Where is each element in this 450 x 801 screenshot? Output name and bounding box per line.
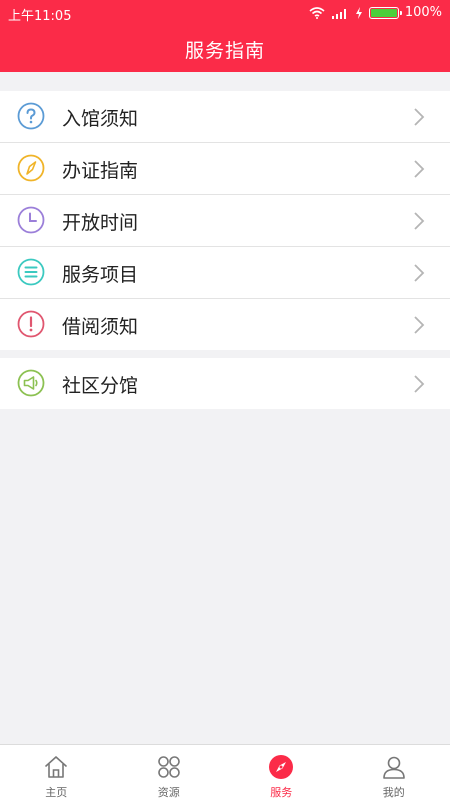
menu-item-label: 开放时间 — [62, 208, 138, 235]
chevron-right-icon — [412, 212, 426, 230]
exclamation-icon — [17, 310, 45, 338]
menu-item-services[interactable]: 服务项目 — [0, 247, 450, 299]
tab-mine[interactable]: 我的 — [338, 745, 450, 801]
list-icon — [17, 258, 45, 286]
tab-home[interactable]: 主页 — [0, 745, 113, 801]
status-bar: 上午11:05 100% — [0, 0, 450, 26]
tab-label: 资源 — [158, 784, 180, 800]
signal-icon — [331, 7, 349, 19]
charging-icon — [355, 7, 363, 19]
status-time: 上午11:05 — [8, 5, 71, 24]
page-title: 服务指南 — [185, 36, 265, 63]
header-bar: 服务指南 — [0, 26, 450, 72]
chevron-right-icon — [412, 108, 426, 126]
chevron-right-icon — [412, 375, 426, 393]
menu-item-admission-notice[interactable]: 入馆须知 — [0, 91, 450, 143]
home-icon — [43, 754, 69, 780]
chevron-right-icon — [412, 160, 426, 178]
menu-item-community-branch[interactable]: 社区分馆 — [0, 358, 450, 409]
tab-label: 服务 — [270, 784, 292, 800]
megaphone-icon — [17, 369, 45, 397]
wifi-icon — [309, 7, 325, 19]
clock-icon — [17, 206, 45, 234]
chevron-right-icon — [412, 264, 426, 282]
compass-icon — [268, 754, 294, 780]
user-icon — [381, 754, 407, 780]
tab-resources[interactable]: 资源 — [113, 745, 226, 801]
menu-item-label: 社区分馆 — [62, 371, 138, 398]
grid-icon — [156, 754, 182, 780]
menu-item-borrowing-notice[interactable]: 借阅须知 — [0, 299, 450, 350]
bottom-tab-bar: 主页 资源 服务 我的 — [0, 744, 450, 801]
menu-item-label: 借阅须知 — [62, 312, 138, 339]
battery-percent: 100% — [405, 5, 442, 20]
menu-item-opening-hours[interactable]: 开放时间 — [0, 195, 450, 247]
menu-item-card-guide[interactable]: 办证指南 — [0, 143, 450, 195]
question-icon — [17, 102, 45, 130]
compass-icon — [17, 154, 45, 182]
tab-label: 主页 — [45, 784, 67, 800]
status-indicators: 100% — [309, 5, 442, 20]
menu-group-branch: 社区分馆 — [0, 358, 450, 409]
battery-icon — [369, 7, 399, 19]
menu-item-label: 办证指南 — [62, 156, 138, 183]
menu-group-main: 入馆须知 办证指南 开放时间 — [0, 91, 450, 350]
menu-item-label: 入馆须知 — [62, 104, 138, 131]
tab-services[interactable]: 服务 — [225, 745, 338, 801]
chevron-right-icon — [412, 316, 426, 334]
tab-label: 我的 — [383, 784, 405, 800]
menu-item-label: 服务项目 — [62, 260, 138, 287]
